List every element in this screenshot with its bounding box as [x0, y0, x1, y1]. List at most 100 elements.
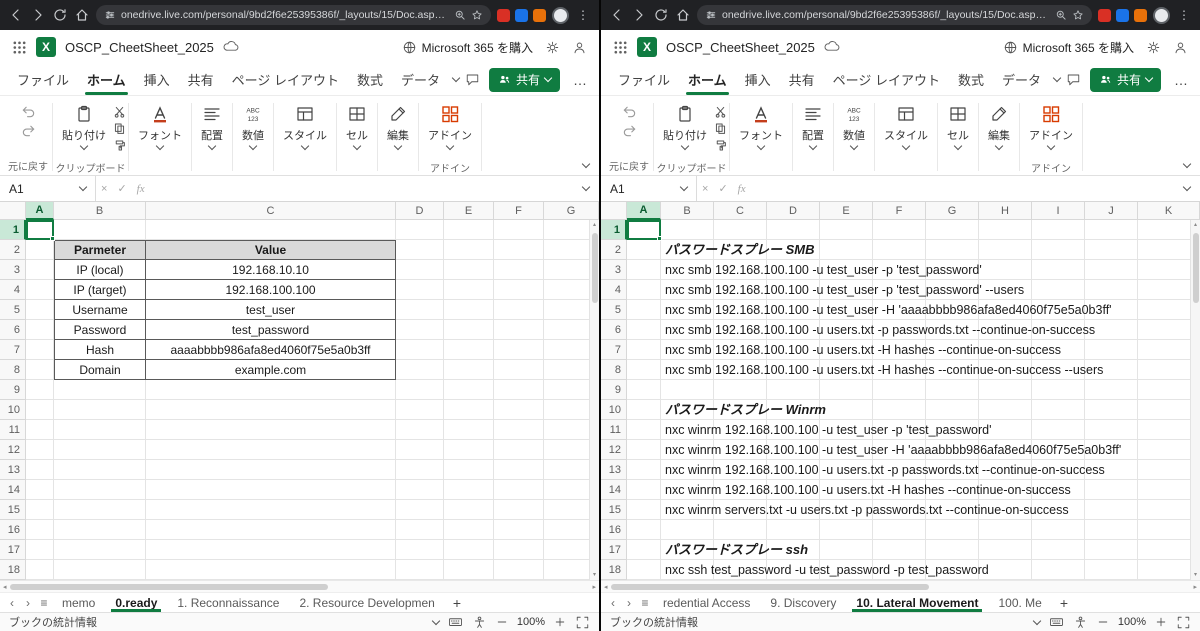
- keyboard-icon[interactable]: [448, 615, 463, 630]
- cell-D18[interactable]: [396, 560, 444, 580]
- cell-A6[interactable]: [26, 320, 54, 340]
- sheet-tab-1. Reconnaissance[interactable]: 1. Reconnaissance: [167, 593, 289, 612]
- row-header-15[interactable]: 15: [601, 500, 627, 520]
- cell-E17[interactable]: [444, 540, 494, 560]
- cell-E4[interactable]: [444, 280, 494, 300]
- cell-A3[interactable]: [627, 260, 661, 280]
- add-sheet-button[interactable]: +: [445, 593, 469, 612]
- cell-E8[interactable]: [444, 360, 494, 380]
- row-header-2[interactable]: 2: [601, 240, 627, 260]
- row-header-8[interactable]: 8: [601, 360, 627, 380]
- cell-J16[interactable]: [1085, 520, 1138, 540]
- cell-B18[interactable]: [54, 560, 146, 580]
- column-header-J[interactable]: J: [1085, 202, 1138, 220]
- excel-logo[interactable]: X: [36, 37, 56, 57]
- redo-icon[interactable]: [21, 123, 36, 138]
- cell-A6[interactable]: [627, 320, 661, 340]
- row-header-7[interactable]: 7: [0, 340, 26, 360]
- site-info-icon[interactable]: [705, 9, 717, 21]
- cell-B17[interactable]: [54, 540, 146, 560]
- profile-avatar[interactable]: [1153, 6, 1170, 24]
- row-header-18[interactable]: 18: [601, 560, 627, 580]
- status-chevron-icon[interactable]: [431, 616, 441, 625]
- row-header-12[interactable]: 12: [0, 440, 26, 460]
- column-header-A[interactable]: A: [26, 202, 54, 220]
- row-header-3[interactable]: 3: [601, 260, 627, 280]
- ribbon-button-セル[interactable]: セル: [339, 99, 375, 151]
- cell-J18[interactable]: [1085, 560, 1138, 580]
- site-info-icon[interactable]: [104, 9, 116, 21]
- section-heading[interactable]: パスワードスプレー ssh: [665, 540, 808, 560]
- cell-B16[interactable]: [54, 520, 146, 540]
- formula-bar-expand-icon[interactable]: [1182, 182, 1192, 192]
- cell-H16[interactable]: [979, 520, 1032, 540]
- cell-A16[interactable]: [26, 520, 54, 540]
- cell-F4[interactable]: [494, 280, 544, 300]
- refresh-icon[interactable]: [653, 7, 669, 23]
- cell-I18[interactable]: [1032, 560, 1085, 580]
- row-header-10[interactable]: 10: [601, 400, 627, 420]
- command-line[interactable]: nxc winrm 192.168.100.100 -u users.txt -…: [665, 480, 1071, 500]
- back-icon[interactable]: [8, 7, 24, 23]
- ribbon-collapse-icon[interactable]: [1182, 159, 1192, 169]
- cell-C15[interactable]: [146, 500, 396, 520]
- cell-B16[interactable]: [661, 520, 714, 540]
- scroll-down-icon[interactable]: ▾: [1194, 570, 1197, 580]
- cell-I2[interactable]: [1032, 240, 1085, 260]
- refresh-icon[interactable]: [52, 7, 68, 23]
- table-cell-C4[interactable]: 192.168.100.100: [146, 280, 396, 300]
- bookmark-star-icon[interactable]: [1072, 9, 1084, 21]
- cell-B1[interactable]: [661, 220, 714, 240]
- ribbon-button-貼り付け[interactable]: 貼り付け: [656, 99, 714, 151]
- settings-gear-icon[interactable]: [1146, 40, 1161, 55]
- row-header-4[interactable]: 4: [0, 280, 26, 300]
- account-icon[interactable]: [572, 40, 587, 55]
- cell-D13[interactable]: [396, 460, 444, 480]
- scrollbar-thumb[interactable]: [610, 583, 930, 590]
- table-cell-B6[interactable]: Password: [54, 320, 146, 340]
- ribbon-button-スタイル[interactable]: スタイル: [276, 99, 334, 151]
- cell-J7[interactable]: [1085, 340, 1138, 360]
- formula-input[interactable]: [149, 176, 583, 201]
- ribbon-button-編集[interactable]: 編集: [981, 99, 1017, 151]
- back-icon[interactable]: [609, 7, 625, 23]
- cell-C9[interactable]: [714, 380, 767, 400]
- section-heading[interactable]: パスワードスプレー Winrm: [665, 400, 826, 420]
- cell-A7[interactable]: [627, 340, 661, 360]
- cell-E3[interactable]: [444, 260, 494, 280]
- ribbon-button-貼り付け[interactable]: 貼り付け: [55, 99, 113, 151]
- horizontal-scrollbar[interactable]: ◂ ▸: [0, 580, 599, 592]
- ribbon-collapse-icon[interactable]: [581, 159, 591, 169]
- command-line[interactable]: nxc winrm servers.txt -u users.txt -p pa…: [665, 500, 1069, 520]
- cell-A9[interactable]: [26, 380, 54, 400]
- row-header-10[interactable]: 10: [0, 400, 26, 420]
- ribbon-button-配置[interactable]: 配置: [194, 99, 230, 151]
- extension-icon[interactable]: [497, 8, 510, 22]
- cell-D8[interactable]: [396, 360, 444, 380]
- cell-E16[interactable]: [820, 520, 873, 540]
- cell-D14[interactable]: [396, 480, 444, 500]
- cell-D9[interactable]: [767, 380, 820, 400]
- cell-G9[interactable]: [926, 380, 979, 400]
- table-cell-B3[interactable]: IP (local): [54, 260, 146, 280]
- ribbon-button-フォント[interactable]: フォント: [732, 99, 790, 151]
- cancel-icon[interactable]: ×: [101, 183, 107, 195]
- spreadsheet-grid[interactable]: ▴ ▾ A B C D E F G H I J K 1 2 3 4 5 6 7 8 9 10 11 12 13 14 15 16 17 1…: [601, 202, 1200, 580]
- row-header-16[interactable]: 16: [0, 520, 26, 540]
- cell-B9[interactable]: [54, 380, 146, 400]
- cell-G1[interactable]: [926, 220, 979, 240]
- bookmark-star-icon[interactable]: [471, 9, 483, 21]
- cell-F10[interactable]: [873, 400, 926, 420]
- cell-A5[interactable]: [26, 300, 54, 320]
- name-box[interactable]: A1: [0, 176, 96, 201]
- cell-F7[interactable]: [494, 340, 544, 360]
- cell-F12[interactable]: [494, 440, 544, 460]
- cell-D10[interactable]: [396, 400, 444, 420]
- cell-A9[interactable]: [627, 380, 661, 400]
- profile-avatar[interactable]: [552, 6, 569, 24]
- section-heading[interactable]: パスワードスプレー SMB: [665, 240, 815, 260]
- column-header-D[interactable]: D: [396, 202, 444, 220]
- redo-icon[interactable]: [622, 123, 637, 138]
- account-icon[interactable]: [1173, 40, 1188, 55]
- cell-E9[interactable]: [444, 380, 494, 400]
